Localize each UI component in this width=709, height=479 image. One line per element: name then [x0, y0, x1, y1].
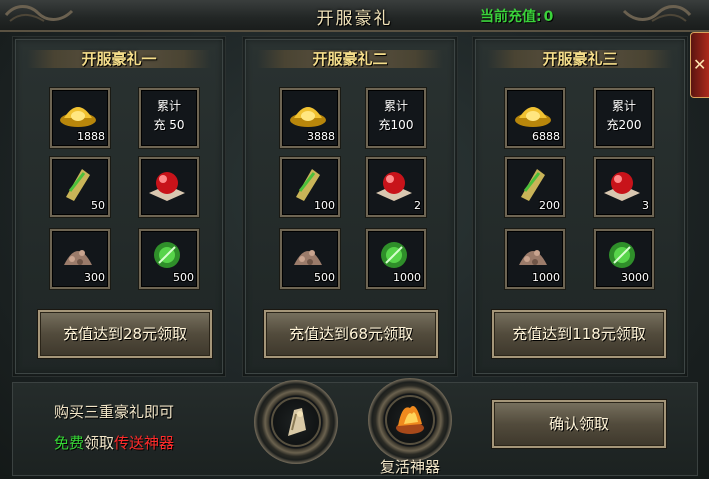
item-slot-gold-ingot[interactable]: 1888 — [50, 88, 110, 148]
scroll-icon — [66, 169, 90, 201]
ore-icon — [519, 250, 547, 265]
teleport-artifact-text: 传送神器 — [114, 434, 175, 452]
pack-2-title: 开服豪礼二 — [312, 50, 388, 68]
window-title: 开服豪礼 — [316, 9, 393, 29]
bonus-reward-line: 免费领取传送神器 — [54, 432, 174, 453]
revive-artifact-label: 复活神器 — [379, 458, 440, 476]
item-slot-gold-ingot[interactable]: 6888 — [505, 88, 565, 148]
gold-ingot-icon — [60, 107, 96, 127]
confirm-claim-button[interactable]: 确认领取 — [492, 400, 666, 448]
item-slot-cumulative-recharge[interactable]: 累计 充200 — [594, 88, 654, 148]
revive-artifact-slot[interactable] — [368, 378, 452, 462]
cumulative-recharge-text: 累计 充100 — [378, 99, 414, 132]
item-slot-red-orb[interactable]: 3 — [594, 157, 654, 217]
ore-icon — [64, 250, 92, 265]
item-count: 200 — [539, 199, 560, 212]
item-count: 1000 — [532, 271, 560, 284]
item-slot-red-orb[interactable] — [139, 157, 199, 217]
scroll-icon — [296, 169, 320, 201]
recharge-label: 当前充值: — [480, 9, 542, 25]
current-recharge: 当前充值: 0 — [478, 6, 553, 26]
green-orb-icon — [154, 242, 180, 268]
pack-1-banner: 开服豪礼一 — [13, 46, 225, 72]
gold-ingot-icon — [290, 107, 326, 127]
title-bar: 开服豪礼 当前充值: 0 — [0, 0, 709, 32]
item-slot-green-orb[interactable]: 3000 — [594, 229, 654, 289]
item-count: 3000 — [621, 271, 649, 284]
item-count: 1888 — [77, 130, 105, 143]
pack-1-title: 开服豪礼一 — [81, 50, 157, 68]
free-text: 免费 — [54, 434, 85, 452]
red-orb-icon — [604, 172, 640, 201]
item-count: 100 — [314, 199, 335, 212]
item-slot-cumulative-recharge[interactable]: 累计 充100 — [366, 88, 426, 148]
item-slot-ore[interactable]: 500 — [280, 229, 340, 289]
bonus-description: 购买三重豪礼即可 — [54, 403, 175, 421]
item-count: 3888 — [307, 130, 335, 143]
pack-3-banner: 开服豪礼三 — [473, 46, 687, 72]
item-slot-ore[interactable]: 300 — [50, 229, 110, 289]
item-count: 2 — [414, 199, 421, 212]
item-slot-scroll[interactable]: 50 — [50, 157, 110, 217]
item-slot-gold-ingot[interactable]: 3888 — [280, 88, 340, 148]
claim-pack-2-button[interactable]: 充值达到68元领取 — [264, 310, 438, 358]
red-orb-icon — [149, 172, 185, 201]
item-count: 500 — [173, 271, 194, 284]
cumulative-recharge-text: 累计 充200 — [606, 99, 642, 132]
item-count: 3 — [642, 199, 649, 212]
item-slot-red-orb[interactable]: 2 — [366, 157, 426, 217]
green-orb-icon — [609, 242, 635, 268]
item-count: 300 — [84, 271, 105, 284]
item-slot-green-orb[interactable]: 1000 — [366, 229, 426, 289]
gold-ingot-icon — [515, 107, 551, 127]
item-count: 6888 — [532, 130, 560, 143]
revive-flame-icon — [396, 406, 424, 434]
cumulative-recharge-text: 累计充 50 — [153, 99, 185, 132]
item-slot-ore[interactable]: 1000 — [505, 229, 565, 289]
close-button[interactable]: ✕ — [690, 32, 709, 98]
pack-2-banner: 开服豪礼二 — [243, 46, 457, 72]
item-count: 500 — [314, 271, 335, 284]
item-count: 50 — [91, 199, 105, 212]
scroll-icon — [521, 169, 545, 201]
close-icon[interactable]: ✕ — [693, 55, 706, 74]
red-orb-icon — [376, 172, 412, 201]
ore-icon — [294, 250, 322, 265]
pack-3-title: 开服豪礼三 — [542, 50, 618, 68]
item-slot-green-orb[interactable]: 500 — [139, 229, 199, 289]
item-count: 1000 — [393, 271, 421, 284]
recharge-value: 0 — [543, 9, 554, 25]
teleport-artifact-slot[interactable] — [254, 380, 338, 464]
green-orb-icon — [381, 242, 407, 268]
claim-pack-1-button[interactable]: 充值达到28元领取 — [38, 310, 212, 358]
gift-window: 开服豪礼 当前充值: 0 ✕ 开服豪礼一 开服豪礼二 开服豪礼三 1888 累计充… — [0, 0, 709, 479]
claim-text: 领取 — [84, 434, 115, 452]
item-slot-cumulative-recharge[interactable]: 累计充 50 — [139, 88, 199, 148]
item-slot-scroll[interactable]: 100 — [280, 157, 340, 217]
item-slot-scroll[interactable]: 200 — [505, 157, 565, 217]
claim-pack-3-button[interactable]: 充值达到118元领取 — [492, 310, 666, 358]
teleport-stone-icon — [288, 408, 306, 436]
